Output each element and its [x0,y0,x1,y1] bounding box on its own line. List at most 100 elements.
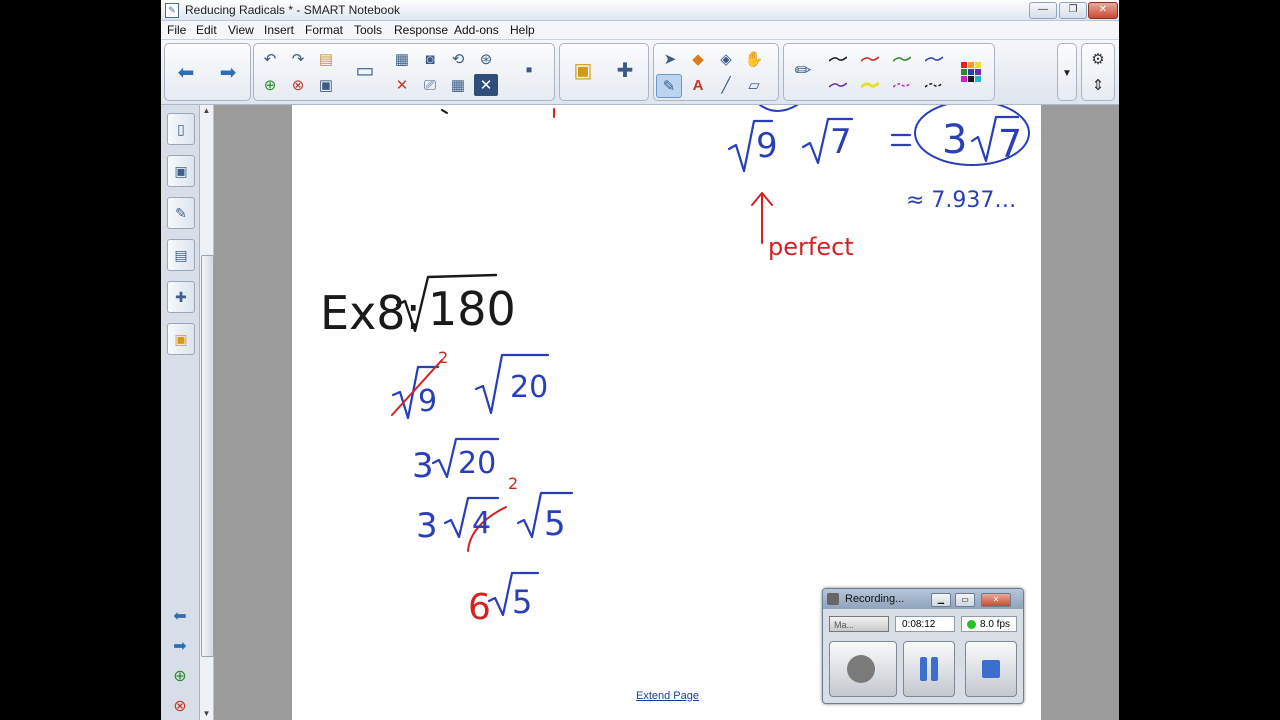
step3-coefficient: 3 [416,506,438,546]
paste-icon[interactable]: ▦ [390,48,414,70]
screen-shade-icon[interactable]: ▭ [350,50,380,90]
text-icon[interactable]: A [686,74,710,96]
response-tab[interactable]: ▣ [167,323,195,355]
properties-tab[interactable]: ▤ [167,239,195,271]
recorder-restore-button[interactable]: ▭ [955,593,975,607]
eraser-icon[interactable]: ▱ [742,74,766,96]
menu-format[interactable]: Format [305,23,343,37]
recorder-title-bar: Recording... ▁ ▭ ✕ [823,589,1023,609]
frame-rate-box: 8.0 fps [961,616,1017,632]
pen-preset-5[interactable] [826,74,850,96]
record-icon [847,655,875,683]
next-page-arrow-icon[interactable]: ➡ [167,635,193,657]
gear-icon[interactable]: ⚙ [1086,48,1110,70]
recorder-minimize-button[interactable]: ▁ [931,593,951,607]
toolbar-more-dropdown-icon[interactable]: ▼ [1055,62,1079,84]
delete-page-icon[interactable]: ⊗ [167,695,193,717]
pen-preset-8[interactable] [922,74,946,96]
close-x-icon[interactable]: ✕ [474,74,498,96]
menu-view[interactable]: View [228,23,254,37]
undo-icon[interactable]: ↶ [258,48,282,70]
menu-file[interactable]: File [167,23,186,37]
final-radicand: 5 [512,583,532,621]
full-screen-icon[interactable]: ⎚ [418,74,442,96]
table-icon[interactable]: ▦ [446,74,470,96]
pause-button[interactable] [903,641,955,697]
recording-time: 0:08:12 [895,616,955,632]
minimize-button[interactable]: — [1029,2,1057,19]
recorder-preset-dropdown[interactable]: Ma... [829,616,889,632]
menu-tools[interactable]: Tools [354,23,382,37]
move-toolbar-icon[interactable]: ⇕ [1086,74,1110,96]
recorder-title: Recording... [845,593,905,605]
puzzle-icon[interactable]: ✚ [610,50,640,90]
add-ons-tab[interactable]: ✚ [167,281,195,313]
scroll-thumb[interactable] [201,255,214,657]
recorder-icon [827,593,839,605]
screen-capture-icon[interactable]: ◙ [418,48,442,70]
menu-response[interactable]: Response [394,23,448,37]
frame-rate: 8.0 fps [980,619,1011,630]
recorder-close-button[interactable]: ✕ [981,593,1011,607]
previous-page-arrow-icon[interactable]: ⬅ [167,605,193,627]
record-button[interactable] [829,641,897,697]
scroll-up-arrow-icon[interactable]: ▲ [200,105,213,117]
stop-button[interactable] [965,641,1017,697]
final-coefficient: 6 [468,587,491,628]
attachments-tab[interactable]: ✎ [167,197,195,229]
pen-preset-7[interactable] [890,74,914,96]
delete-page-icon[interactable]: ⊗ [286,74,310,96]
result-radicand: 7 [998,122,1022,166]
response-icon[interactable]: ▣ [568,50,598,90]
step2-radicand: 20 [458,446,496,481]
page-sorter-icon: ▯ [177,120,185,137]
fill-icon[interactable]: ◈ [714,48,738,70]
gallery-tab[interactable]: ▣ [167,155,195,187]
example-radicand: 180 [428,282,516,336]
window-title: Reducing Radicals * - SMART Notebook [185,3,400,17]
close-button[interactable]: ✕ [1088,2,1118,19]
menu-add-ons[interactable]: Add-ons [454,23,499,37]
maximize-button[interactable]: ❐ [1059,2,1087,19]
step3-note: 2 [508,474,518,493]
pen-preset-3[interactable] [890,48,914,70]
menu-help[interactable]: Help [510,23,535,37]
line-icon[interactable]: ╱ [714,74,738,96]
rotate-icon[interactable]: ⟲ [446,48,470,70]
scroll-down-arrow-icon[interactable]: ▼ [200,708,213,720]
camera-icon[interactable]: ▪ [514,50,544,90]
pen-icon[interactable]: ✎ [656,74,682,98]
nav-group: ⬅ ➡ [164,43,251,101]
forward-arrow-icon[interactable]: ➡ [213,52,243,92]
magic-pen-icon[interactable]: ✋ [742,48,766,70]
pen-preset-2[interactable] [858,48,882,70]
toolbar-settings-group: ⚙ ⇕ [1081,43,1115,101]
select-arrow-icon[interactable]: ➤ [658,48,682,70]
color-palette-icon[interactable] [956,52,986,92]
delete-icon[interactable]: ✕ [390,74,414,96]
pen-type-icon[interactable]: ✏ [788,50,818,90]
zoom-icon[interactable]: ⊛ [474,48,498,70]
shapes-icon[interactable]: ◆ [686,48,710,70]
response-icon: ▣ [174,330,188,347]
add-page-icon[interactable]: ⊕ [167,665,193,687]
page-sorter-tab[interactable]: ▯ [167,113,195,145]
title-bar: ✎ Reducing Radicals * - SMART Notebook —… [161,0,1119,21]
step1-radicand-20: 20 [510,370,548,405]
menu-insert[interactable]: Insert [264,23,294,37]
vertical-scrollbar[interactable]: ▲ ▼ [200,105,214,720]
add-page-icon[interactable]: ⊕ [258,74,282,96]
pen-preset-1[interactable] [826,48,850,70]
pen-preset-4[interactable] [922,48,946,70]
open-file-icon[interactable]: ▤ [314,48,338,70]
pen-preset-6[interactable] [858,74,882,96]
redo-icon[interactable]: ↷ [286,48,310,70]
extend-page-link[interactable]: Extend Page [636,690,699,702]
result-coefficient: 3 [942,117,967,163]
step1-radicand-9: 9 [418,384,437,419]
stop-icon [982,660,1000,678]
save-icon[interactable]: ▣ [314,74,338,96]
menu-edit[interactable]: Edit [196,23,217,37]
back-arrow-icon[interactable]: ⬅ [171,52,201,92]
approximation: ≈ 7.937… [906,188,1016,213]
